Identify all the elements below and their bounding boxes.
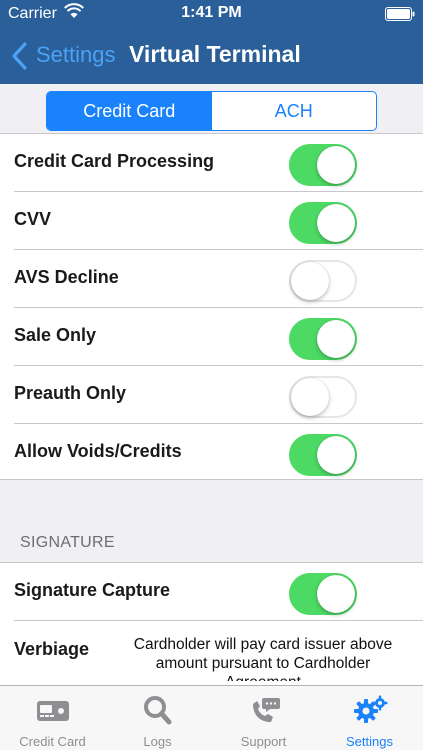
setting-label: CVV [14,209,52,229]
setting-label: AVS Decline [14,267,119,287]
toggle-knob [291,262,329,300]
setting-row-credit-card-processing: Credit Card Processing [0,134,423,192]
back-chevron-icon[interactable] [10,42,28,70]
setting-row-cvv: CVV [0,192,423,250]
status-bar: Carrier 1:41 PM [0,0,423,28]
tab-settings[interactable]: Settings [317,686,422,750]
preauth-only-toggle[interactable] [289,376,357,418]
setting-label: Sale Only [14,325,97,345]
payment-type-segmented-control: Credit Card ACH [46,91,377,131]
setting-label: Verbiage [14,639,90,659]
phone-chat-icon [252,698,280,722]
avs-decline-toggle[interactable] [289,260,357,302]
setting-row-avs-decline: AVS Decline [0,250,423,308]
credit-card-reader-icon [36,701,69,721]
segment-area: Credit Card ACH [0,84,423,134]
page-title: Virtual Terminal [129,41,301,67]
setting-row-verbiage[interactable]: Verbiage Cardholder will pay card issuer… [0,621,423,686]
signature-section-header: SIGNATURE [20,534,115,551]
segment-credit-card[interactable]: Credit Card [47,92,212,130]
cvv-toggle[interactable] [289,202,357,244]
allow-voids-credits-toggle[interactable] [289,434,357,476]
tab-label: Settings [346,734,393,749]
toggle-knob [291,378,329,416]
back-button[interactable]: Settings [36,42,116,68]
toggle-knob [317,320,355,358]
setting-label: Allow Voids/Credits [14,441,182,461]
tab-credit-card[interactable]: Credit Card [0,686,105,750]
setting-row-signature-capture: Signature Capture [0,563,423,621]
setting-row-allow-voids-credits: Allow Voids/Credits [0,424,423,482]
toggle-knob [317,204,355,242]
toggle-knob [317,575,355,613]
toggle-knob [317,436,355,474]
search-icon [143,696,171,725]
tab-label: Credit Card [19,734,86,749]
signature-settings-group: Signature Capture Verbiage Cardholder wi… [0,562,423,685]
credit-card-processing-toggle[interactable] [289,144,357,186]
setting-label: Signature Capture [14,580,171,600]
battery-icon [385,7,415,21]
tab-logs[interactable]: Logs [105,686,210,750]
verbiage-text[interactable]: Cardholder will pay card issuer above am… [118,635,408,681]
header: Carrier 1:41 PM Settings Virtual Termina… [0,0,423,84]
processing-settings-group: Credit Card Processing CVV AVS Decline S… [0,134,423,480]
nav-bar: Settings Virtual Terminal [0,28,423,84]
sale-only-toggle[interactable] [289,318,357,360]
tab-bar: Credit Card Logs Support Settings [0,685,423,750]
tab-label: Support [240,734,287,749]
status-time: 1:41 PM [181,4,242,21]
setting-label: Credit Card Processing [14,151,215,171]
tab-support[interactable]: Support [211,686,316,750]
setting-label: Preauth Only [14,383,127,403]
setting-row-preauth-only: Preauth Only [0,366,423,424]
setting-row-sale-only: Sale Only [0,308,423,366]
tab-label: Logs [143,734,172,749]
segment-ach[interactable]: ACH [212,92,377,130]
signature-capture-toggle[interactable] [289,573,357,615]
toggle-knob [317,146,355,184]
gears-icon [353,695,387,723]
